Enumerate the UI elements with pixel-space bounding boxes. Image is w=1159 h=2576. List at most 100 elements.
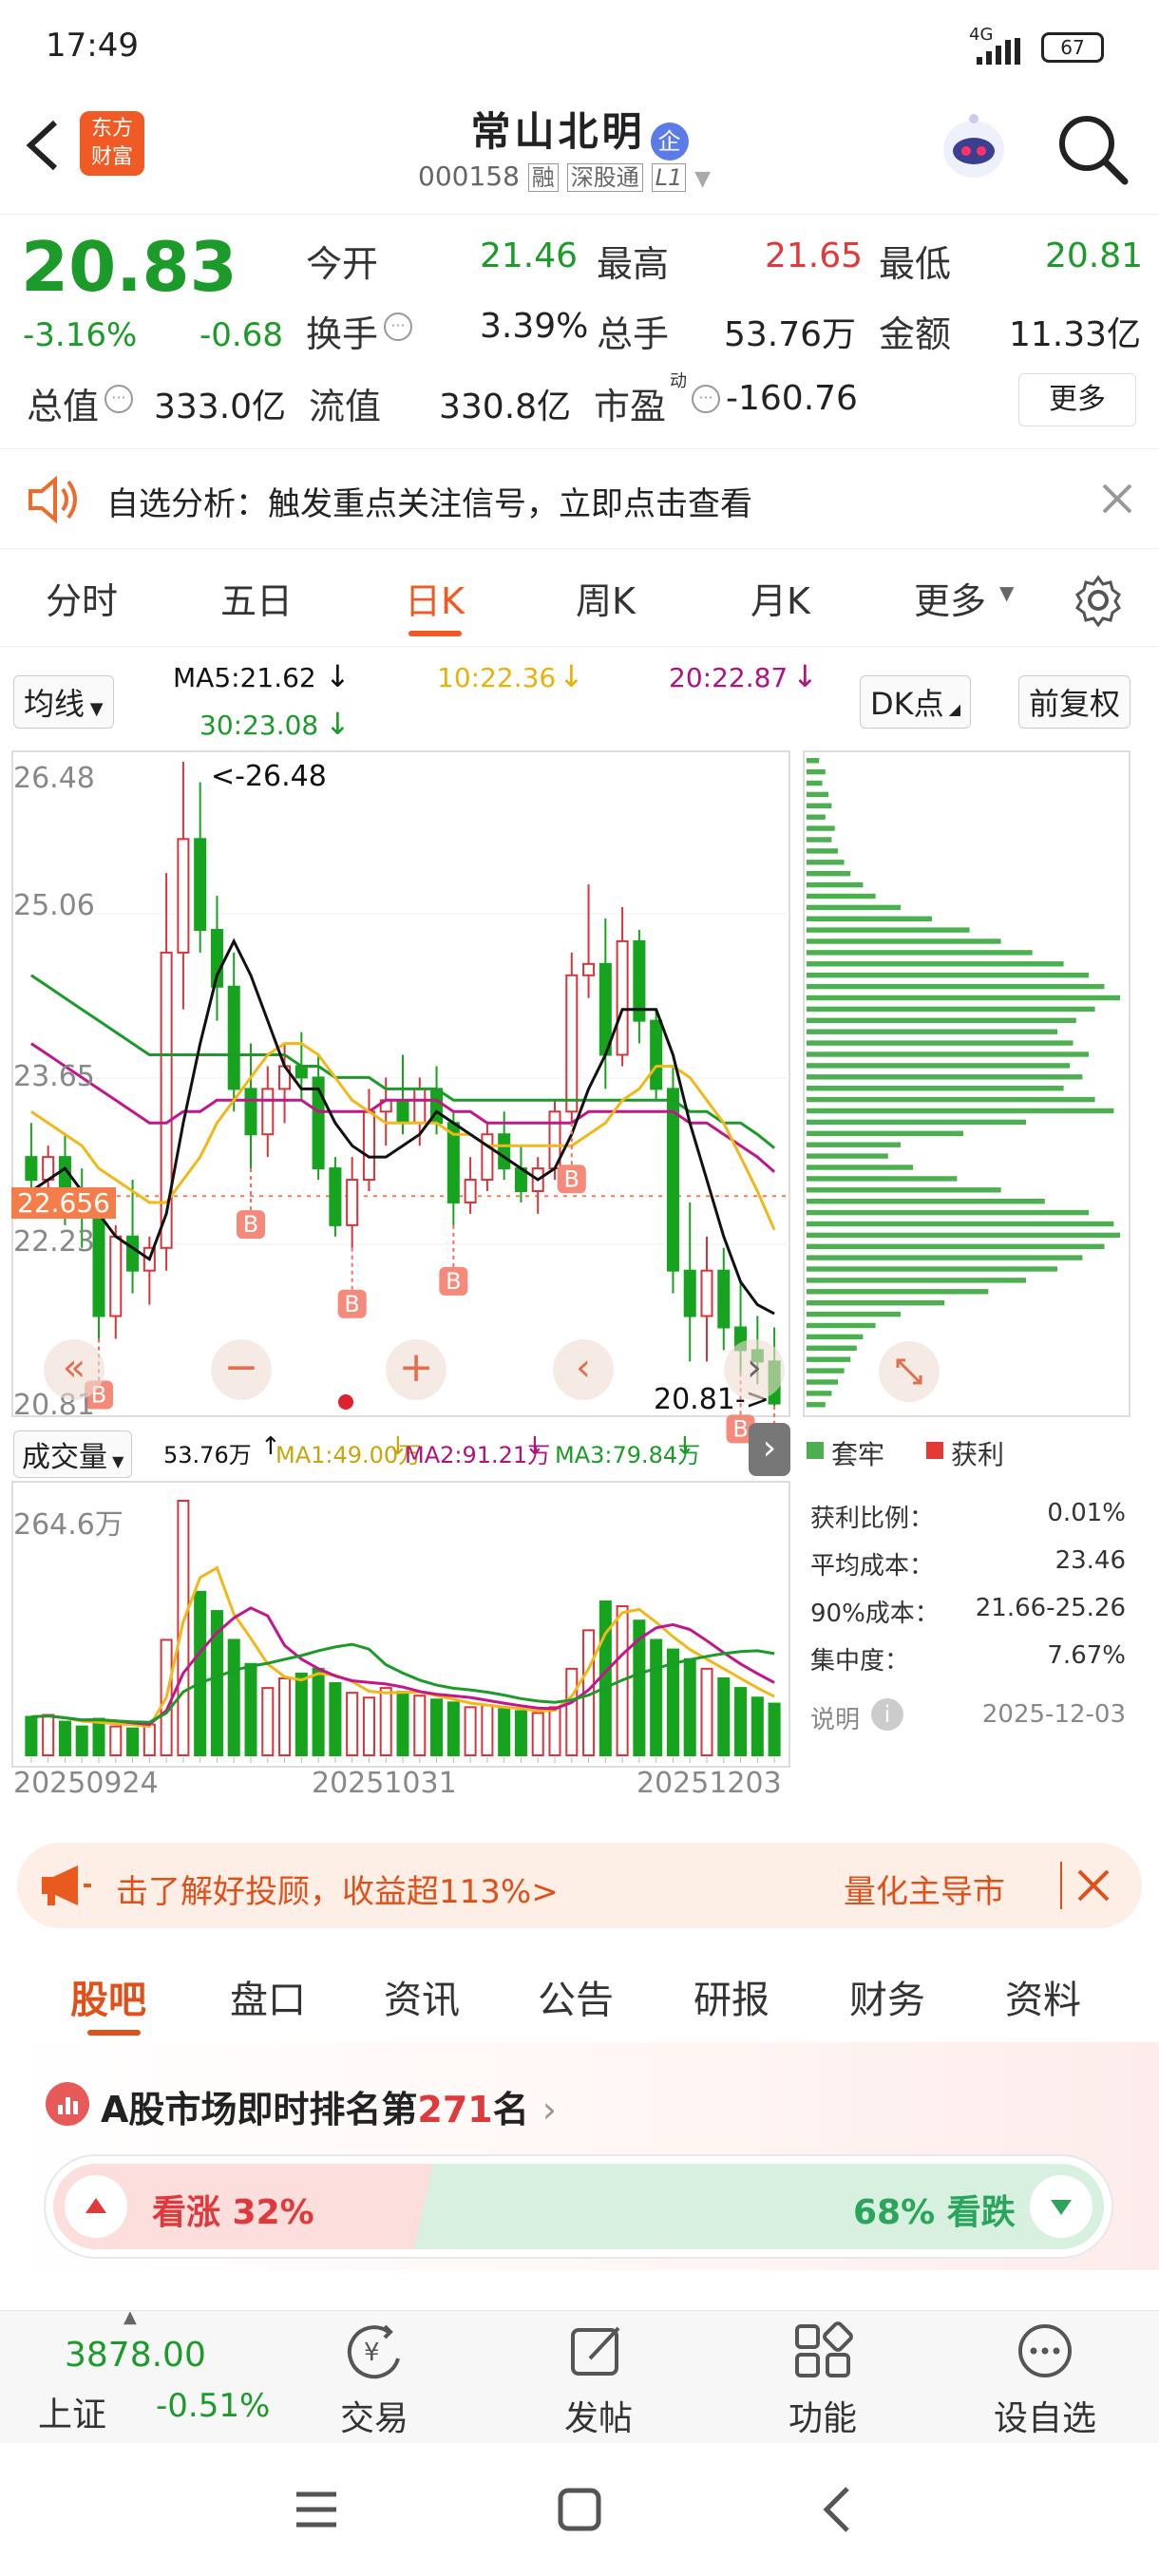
margin-tag: 融 xyxy=(527,163,559,192)
tab-more[interactable]: 更多 xyxy=(914,572,986,624)
info-icon[interactable]: i xyxy=(871,1698,903,1731)
tab-weekly-k[interactable]: 周K xyxy=(576,572,636,624)
cost-date: 2025-12-03 xyxy=(981,1700,1126,1729)
chip-bar xyxy=(807,1165,914,1170)
menu-icon[interactable] xyxy=(294,2489,338,2530)
settings-gear-icon[interactable] xyxy=(1072,574,1125,628)
amount-value: 11.33亿 xyxy=(1009,315,1142,354)
signal-banner[interactable]: 自选分析：触发重点关注信号，立即点击查看 xyxy=(0,448,1159,549)
avg-cost-label: 平均成本： xyxy=(810,1552,935,1581)
close-icon[interactable] xyxy=(1074,1866,1113,1905)
ma-selector[interactable]: 均线 ▼ xyxy=(13,675,114,729)
expand-distribution-button[interactable] xyxy=(879,1341,940,1402)
scroll-left-button[interactable]: ‹ xyxy=(553,1339,614,1400)
chip-bar xyxy=(807,1300,945,1306)
info-icon[interactable]: ··· xyxy=(104,385,133,413)
tab-orderbook[interactable]: 盘口 xyxy=(230,1969,306,2024)
candle-body xyxy=(92,1212,105,1317)
tab-finance[interactable]: 财务 xyxy=(849,1969,925,2024)
volume-bar xyxy=(244,1662,257,1757)
level-tag: L1 xyxy=(651,163,687,192)
date-middle: 20251031 xyxy=(312,1767,457,1800)
scroll-right-button[interactable]: › xyxy=(724,1339,785,1400)
max-price-label: <-26.48 xyxy=(211,760,327,793)
bearish-button[interactable] xyxy=(1030,2175,1092,2238)
tab-announcements[interactable]: 公告 xyxy=(538,1969,614,2024)
more-button[interactable]: 更多 xyxy=(1018,373,1136,426)
back-nav-icon[interactable] xyxy=(819,2485,857,2534)
buy-signal-label: B xyxy=(344,1291,359,1317)
kline-svg[interactable]: BBBBBBB xyxy=(11,750,790,1828)
adjust-selector[interactable]: 前复权 xyxy=(1018,675,1131,729)
volume-bar xyxy=(227,1638,240,1757)
chip-distribution[interactable]: 套牢 获利 xyxy=(803,750,1130,1470)
chip-bar xyxy=(807,1086,1064,1091)
y-label-2: 25.06 xyxy=(13,889,95,922)
dk-point-selector[interactable]: DK点 ◢ xyxy=(860,675,972,729)
tab-research[interactable]: 研报 xyxy=(694,1969,770,2024)
scroll-far-left-button[interactable]: « xyxy=(44,1339,104,1400)
cost-info: 获利比例： 0.01% 平均成本： 23.46 90%成本： 21.66-25.… xyxy=(803,1425,1135,1757)
home-icon[interactable] xyxy=(557,2487,602,2532)
volume-max-label: 264.6万 xyxy=(13,1508,124,1542)
profit-ratio-value: 0.01% xyxy=(1047,1499,1126,1527)
market-rank-card: A股市场即时排名第271名 › 看涨 32% 68% 看跌 xyxy=(0,2042,1159,2270)
rank-chart-icon xyxy=(46,2082,89,2126)
edit-icon xyxy=(571,2326,620,2376)
index-name: 上证 xyxy=(38,2396,107,2434)
volume-bar xyxy=(413,1695,427,1756)
advisor-ad-banner[interactable]: 击了解好投顾，收益超113%> 量化主导市 xyxy=(17,1843,1142,1928)
explain-label[interactable]: 说明 xyxy=(810,1700,860,1735)
vol-ma3-arrow-icon: ↓ xyxy=(674,1432,695,1461)
close-icon[interactable] xyxy=(1098,480,1136,518)
volume-indicator-selector[interactable]: 成交量 ▼ xyxy=(13,1430,133,1478)
volume-bar xyxy=(768,1702,781,1756)
chip-bar xyxy=(807,1255,1083,1260)
tab-profile[interactable]: 资料 xyxy=(1005,1969,1081,2024)
tab-daily-k[interactable]: 日K xyxy=(405,572,465,624)
pe-label: 市盈 xyxy=(594,386,667,427)
tab-five-day[interactable]: 五日 xyxy=(220,572,293,624)
info-icon[interactable]: ··· xyxy=(692,385,720,413)
page-dot-indicator xyxy=(338,1394,353,1410)
bullish-button[interactable] xyxy=(65,2175,127,2238)
tab-news[interactable]: 资讯 xyxy=(384,1969,460,2024)
kline-chart[interactable]: BBBBBBB 26.48 25.06 23.65 22.23 20.81 <-… xyxy=(11,750,790,1828)
info-icon[interactable]: ··· xyxy=(384,313,412,341)
volume-bar xyxy=(446,1701,460,1756)
nav-add-watchlist[interactable]: 设自选 xyxy=(988,2320,1102,2440)
status-time: 17:49 xyxy=(46,27,139,65)
signal-icon xyxy=(967,38,1024,66)
total-cap-label: 总值 xyxy=(27,386,100,427)
content-tabs: 股吧 盘口 资讯 公告 研报 财务 资料 xyxy=(0,1942,1159,2043)
robot-assistant-icon[interactable] xyxy=(936,109,1012,185)
candle-body xyxy=(413,1088,427,1125)
bottom-toolbar: ▲ 3878.00 上证 -0.51% ¥ 交易 发帖 功能 设自选 xyxy=(0,2307,1159,2444)
tab-intraday[interactable]: 分时 xyxy=(46,572,118,624)
zoom-out-button[interactable]: − xyxy=(211,1339,272,1400)
volume-bar xyxy=(278,1676,292,1757)
search-icon[interactable] xyxy=(1054,111,1130,187)
stock-code-row[interactable]: 000158 融 深股通 L1 ▼ xyxy=(418,159,711,192)
ma5-arrow-icon: ↓ xyxy=(325,658,351,694)
rank-title[interactable]: A股市场即时排名第271名 › xyxy=(101,2080,557,2132)
chip-bar xyxy=(807,814,826,820)
nav-trade[interactable]: ¥ 交易 xyxy=(317,2320,431,2440)
ad-divider xyxy=(1060,1862,1062,1909)
nav-features[interactable]: 功能 xyxy=(766,2320,880,2440)
volume-bar xyxy=(498,1708,511,1757)
rank-number: 271 xyxy=(417,2089,493,2131)
chip-bar xyxy=(807,803,832,808)
index-ticker[interactable]: ▲ 3878.00 上证 -0.51% xyxy=(19,2307,276,2444)
high-label: 最高 xyxy=(597,243,670,285)
zoom-in-button[interactable]: + xyxy=(386,1339,446,1400)
volume-bar xyxy=(312,1667,325,1757)
volume-bar xyxy=(58,1720,71,1757)
expand-panel-button[interactable]: › xyxy=(749,1423,790,1476)
nav-post[interactable]: 发帖 xyxy=(542,2320,656,2440)
tab-monthly-k[interactable]: 月K xyxy=(750,572,810,624)
change-amount: -0.68 xyxy=(200,316,283,354)
index-change: -0.51% xyxy=(156,2387,271,2425)
tab-forum[interactable]: 股吧 xyxy=(70,1969,146,2024)
active-tab-indicator xyxy=(408,631,462,636)
